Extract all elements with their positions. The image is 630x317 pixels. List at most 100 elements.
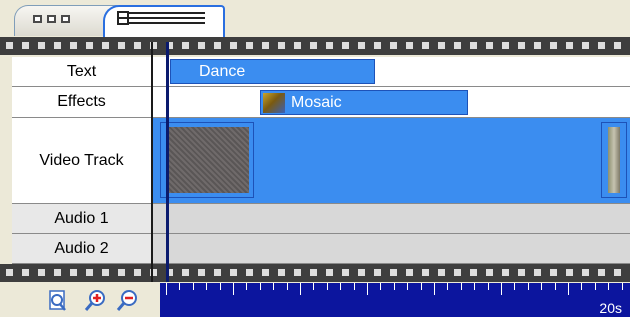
ruler-tick [327, 283, 328, 290]
ruler-tick [246, 283, 247, 290]
sprocket-hole [262, 269, 269, 276]
ruler-tick [220, 283, 221, 290]
sprocket-hole [358, 42, 365, 49]
sprocket-hole [614, 269, 621, 276]
zoom-out-icon[interactable] [116, 289, 138, 313]
sprocket-hole [534, 269, 541, 276]
sprocket-hole [102, 42, 109, 49]
ruler-tick [595, 283, 596, 290]
ruler-tick [179, 283, 180, 290]
ruler-tick [608, 283, 609, 290]
sprocket-hole [38, 42, 45, 49]
sprocket-hole [278, 269, 285, 276]
ruler-tick [555, 283, 556, 290]
sprocket-hole [502, 42, 509, 49]
sprocket-hole [566, 42, 573, 49]
storyboard-frame-icon [33, 15, 42, 23]
ruler-tick [394, 283, 395, 290]
sprocket-hole [454, 269, 461, 276]
sprocket-hole [310, 269, 317, 276]
ruler-time-label: 20s [599, 300, 622, 316]
sprocket-hole [614, 42, 621, 49]
ruler-tick [514, 283, 515, 290]
row-label-audio-2: Audio 2 [12, 234, 151, 264]
sprocket-hole [198, 42, 205, 49]
sprocket-hole [390, 42, 397, 49]
row-label-effects: Effects [12, 87, 151, 118]
sprocket-hole [6, 42, 13, 49]
video-clip-right[interactable] [601, 122, 627, 198]
sprocket-hole [102, 269, 109, 276]
sprocket-hole [310, 42, 317, 49]
track-audio-2[interactable] [153, 234, 630, 264]
sprocket-hole [38, 269, 45, 276]
sprocket-hole [230, 42, 237, 49]
ruler-tick [528, 283, 529, 290]
ruler-tick [474, 283, 475, 290]
ruler-tick [166, 283, 167, 295]
sprocket-hole [326, 269, 333, 276]
sprocket-hole [422, 42, 429, 49]
mosaic-effect-icon [263, 92, 285, 113]
timeline-icon [117, 11, 205, 25]
effect-clip[interactable]: Mosaic [260, 90, 468, 115]
ruler-tick [581, 283, 582, 290]
ruler-tick [273, 283, 274, 290]
sprocket-hole [278, 42, 285, 49]
ruler-tick [260, 283, 261, 290]
sprocket-hole [470, 42, 477, 49]
sprocket-hole [182, 42, 189, 49]
sprocket-hole [86, 269, 93, 276]
sprocket-hole [342, 42, 349, 49]
sprocket-hole [518, 269, 525, 276]
page-zoom-icon[interactable] [46, 289, 68, 313]
zoom-in-icon[interactable] [84, 289, 106, 313]
sprocket-hole [422, 269, 429, 276]
sprocket-hole [406, 42, 413, 49]
filmstrip-top [0, 37, 630, 55]
row-label-audio-1: Audio 1 [12, 204, 151, 234]
text-clip-label: Dance [199, 62, 246, 80]
time-ruler[interactable]: 20s [160, 283, 630, 317]
ruler-tick [421, 283, 422, 290]
ruler-tick [622, 283, 623, 290]
sprocket-hole [246, 42, 253, 49]
sprocket-hole [486, 42, 493, 49]
sprocket-hole [22, 42, 29, 49]
ruler-tick [354, 283, 355, 290]
track-audio-1[interactable] [153, 204, 630, 234]
ruler-tick [367, 283, 368, 295]
video-clip-left[interactable] [160, 122, 254, 198]
sprocket-hole [6, 269, 13, 276]
sprocket-hole [390, 269, 397, 276]
ruler-tick [233, 283, 234, 295]
sprocket-hole [70, 269, 77, 276]
ruler-tick [407, 283, 408, 290]
ruler-tick [541, 283, 542, 290]
video-thumbnail [169, 127, 249, 193]
sprocket-hole [454, 42, 461, 49]
track-header-divider [151, 42, 153, 282]
storyboard-frame-icon [61, 15, 70, 23]
ruler-tick [447, 283, 448, 290]
sprocket-hole [134, 42, 141, 49]
ruler-tick [461, 283, 462, 290]
sprocket-hole [54, 42, 61, 49]
effect-clip-label: Mosaic [291, 93, 342, 111]
sprocket-hole [54, 269, 61, 276]
ruler-tick [287, 283, 288, 290]
filmstrip-bottom [0, 264, 630, 282]
sprocket-hole [550, 269, 557, 276]
tab-timeline[interactable] [103, 5, 225, 37]
ruler-tick [501, 283, 502, 295]
sprocket-hole [374, 42, 381, 49]
video-thumbnail [608, 127, 620, 193]
sprocket-hole [502, 269, 509, 276]
storyboard-frame-icon [47, 15, 56, 23]
text-clip[interactable]: Dance [170, 59, 375, 84]
ruler-tick [193, 283, 194, 290]
playhead[interactable] [166, 42, 169, 282]
sprocket-hole [230, 269, 237, 276]
ruler-tick [206, 283, 207, 290]
sprocket-hole [118, 269, 125, 276]
